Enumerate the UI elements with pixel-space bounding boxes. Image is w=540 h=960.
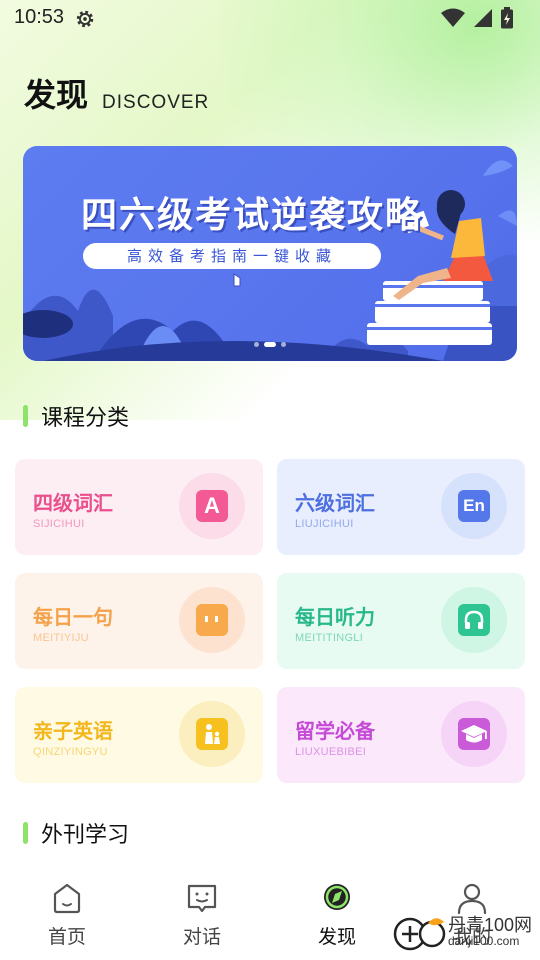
section-journal-study: 外刊学习	[23, 817, 129, 849]
section-title: 外刊学习	[41, 823, 130, 848]
headphones-icon	[458, 604, 490, 636]
carousel-dot-active[interactable]	[264, 342, 276, 347]
status-bar: 10:53	[0, 0, 540, 36]
category-card-pinyin: SIJICIHUI	[33, 518, 85, 530]
category-card-pinyin: LIUXUEBIBEI	[295, 746, 367, 758]
page-subtitle: DISCOVER	[102, 92, 210, 113]
section-accent-bar	[23, 822, 28, 844]
tab-label: 发现	[317, 926, 356, 948]
category-card[interactable]: 留学必备 LIUXUEBIBEI	[277, 687, 525, 783]
category-card[interactable]: 四级词汇 SIJICIHUI A	[15, 459, 263, 555]
quote-icon	[196, 604, 228, 636]
category-card[interactable]: 六级词汇 LIUJICIHUI En	[277, 459, 525, 555]
home-icon	[53, 883, 81, 914]
category-card-pinyin: MEITIYIJU	[33, 632, 89, 644]
parent-child-icon	[196, 718, 228, 750]
tab-home[interactable]: 首页	[27, 880, 107, 949]
carousel-dots	[254, 342, 286, 347]
tab-label: 首页	[47, 926, 86, 948]
banner-subtitle: 高效备考指南一键收藏	[83, 243, 381, 269]
banner-title: 四六级考试逆袭攻略	[81, 195, 424, 236]
signal-icon	[474, 9, 492, 27]
category-card-title: 四级词汇	[33, 491, 113, 515]
category-icon-badge	[179, 587, 245, 653]
status-icons	[440, 7, 514, 29]
carousel-dot[interactable]	[281, 342, 286, 347]
section-title: 课程分类	[41, 406, 130, 431]
en-icon: En	[458, 490, 490, 522]
promo-banner[interactable]: 四六级考试逆袭攻略 高效备考指南一键收藏	[23, 146, 517, 361]
page-header: 发现 DISCOVER	[24, 70, 209, 116]
category-card-title: 每日一句	[33, 605, 113, 629]
category-icon-badge	[179, 701, 245, 767]
section-accent-bar	[23, 405, 28, 427]
category-icon-badge	[441, 701, 507, 767]
tab-discover[interactable]: 发现	[297, 880, 377, 949]
battery-icon	[501, 7, 513, 29]
letter-a-icon: A	[196, 490, 228, 522]
status-time: 10:53	[14, 6, 65, 28]
watermark-text: 丹青100网	[447, 914, 532, 935]
section-course-categories: 课程分类	[23, 400, 129, 432]
category-card-title: 六级词汇	[295, 491, 375, 515]
chat-icon	[187, 884, 217, 913]
category-icon-badge: A	[179, 473, 245, 539]
page-title: 发现	[24, 76, 89, 114]
category-card-title: 每日听力	[295, 605, 375, 629]
carousel-dot[interactable]	[254, 342, 259, 347]
watermark-logo-icon	[393, 917, 446, 951]
tab-label: 对话	[182, 926, 221, 948]
category-card-title: 留学必备	[295, 719, 375, 743]
category-card-pinyin: QINZIYINGYU	[33, 746, 108, 758]
graduation-cap-icon	[458, 718, 490, 750]
tab-chat[interactable]: 对话	[162, 880, 242, 949]
category-card[interactable]: 每日一句 MEITIYIJU	[15, 573, 263, 669]
settings-gear-icon	[76, 10, 94, 28]
user-icon	[457, 883, 487, 915]
category-card[interactable]: 每日听力 MEITITINGLI	[277, 573, 525, 669]
watermark-url: danji100.com	[447, 934, 520, 949]
wifi-icon	[441, 8, 465, 27]
category-card-pinyin: LIUJICIHUI	[295, 518, 354, 530]
category-card-pinyin: MEITITINGLI	[295, 632, 364, 644]
compass-icon	[324, 884, 350, 910]
category-icon-badge	[441, 587, 507, 653]
category-card-title: 亲子英语	[33, 719, 113, 743]
watermark: 丹青100网 danji100.com	[392, 912, 532, 952]
category-card[interactable]: 亲子英语 QINZIYINGYU	[15, 687, 263, 783]
category-icon-badge: En	[441, 473, 507, 539]
